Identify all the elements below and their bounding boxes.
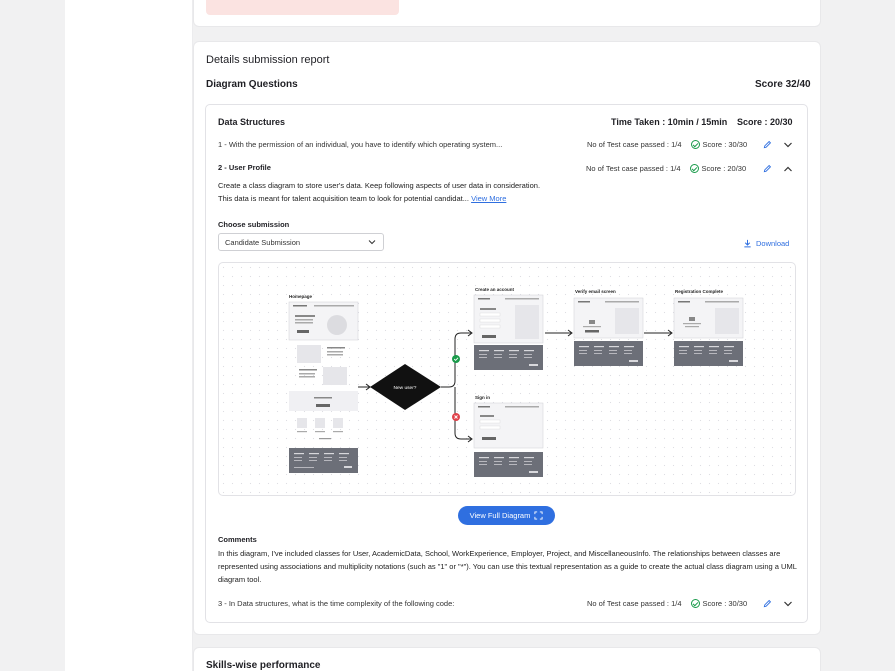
question-score: Score : 20/30 <box>701 164 747 173</box>
registration-complete-label: Registration Complete <box>675 289 724 294</box>
check-circle-icon <box>690 140 700 149</box>
sidebar-panel <box>65 0 193 671</box>
verify-email-label: Verify email screen <box>575 289 616 294</box>
question-1-meta: No of Test case passed : 1/4 Score : 30/… <box>587 140 747 149</box>
panel-title: Data Structures <box>218 117 286 127</box>
skills-title: Skills-wise performance <box>206 660 321 671</box>
background-left <box>0 0 65 671</box>
yes-check-icon <box>452 355 460 363</box>
submission-select[interactable]: Candidate Submission <box>218 233 384 251</box>
download-button[interactable]: Download <box>743 239 789 248</box>
edit-pencil-icon[interactable] <box>763 164 772 173</box>
test-cases-passed: No of Test case passed : 1/4 <box>587 140 682 149</box>
question-3-title[interactable]: 3 - In Data structures, what is the time… <box>218 599 454 608</box>
decision-label: New user? <box>394 385 417 391</box>
question-score: Score : 30/30 <box>702 140 748 149</box>
verify-email-wireframe <box>573 297 644 366</box>
comments-label: Comments <box>218 535 257 544</box>
create-account-wireframe <box>473 294 544 370</box>
download-icon <box>744 239 751 248</box>
sign-in-wireframe <box>473 402 544 477</box>
section-title: Diagram Questions <box>206 79 298 90</box>
create-account-label: Create an account <box>475 287 515 292</box>
edit-pencil-icon[interactable] <box>763 140 772 149</box>
question-3-meta: No of Test case passed : 1/4 Score : 30/… <box>587 599 747 608</box>
panel-score: Score : 20/30 <box>737 117 793 127</box>
registration-complete-wireframe <box>673 297 744 366</box>
edit-pencil-icon[interactable] <box>763 599 772 608</box>
view-more-link[interactable]: View More <box>471 194 506 203</box>
diagram-canvas[interactable]: Homepage New user? Create an account Ver… <box>218 262 796 496</box>
check-circle-icon <box>690 599 700 608</box>
select-value: Candidate Submission <box>225 238 301 247</box>
question-2-title[interactable]: 2 - User Profile <box>218 163 271 172</box>
flow-diagram: Homepage New user? Create an account Ver… <box>288 287 744 477</box>
chevron-up-icon[interactable] <box>783 165 793 173</box>
test-cases-passed: No of Test case passed : 1/4 <box>587 599 682 608</box>
homepage-label: Homepage <box>289 294 313 299</box>
question-score: Score : 30/30 <box>702 599 748 608</box>
question-2-description: Create a class diagram to store user's d… <box>218 179 553 205</box>
chevron-down-icon <box>368 240 376 245</box>
report-title: Details submission report <box>206 54 330 66</box>
chevron-down-icon[interactable] <box>783 141 793 149</box>
background-right <box>830 0 895 671</box>
test-cases-passed: No of Test case passed : 1/4 <box>586 164 681 173</box>
time-taken: Time Taken : 10min / 15min <box>611 117 728 127</box>
alert-banner <box>206 0 399 15</box>
sign-in-label: Sign in <box>475 395 490 400</box>
download-label: Download <box>756 239 790 248</box>
question-2-meta: No of Test case passed : 1/4 Score : 20/… <box>586 164 746 173</box>
expand-icon <box>534 511 543 520</box>
homepage-wireframe <box>288 301 359 473</box>
section-score: Score 32/40 <box>755 79 811 90</box>
check-circle-icon <box>689 164 699 173</box>
comments-text: In this diagram, I've included classes f… <box>218 549 797 584</box>
view-full-diagram-button[interactable]: View Full Diagram <box>458 506 555 525</box>
question-1-title[interactable]: 1 - With the permission of an individual… <box>218 140 502 149</box>
view-full-label: View Full Diagram <box>469 511 531 520</box>
choose-submission-label: Choose submission <box>218 220 290 229</box>
chevron-down-icon[interactable] <box>783 600 793 608</box>
